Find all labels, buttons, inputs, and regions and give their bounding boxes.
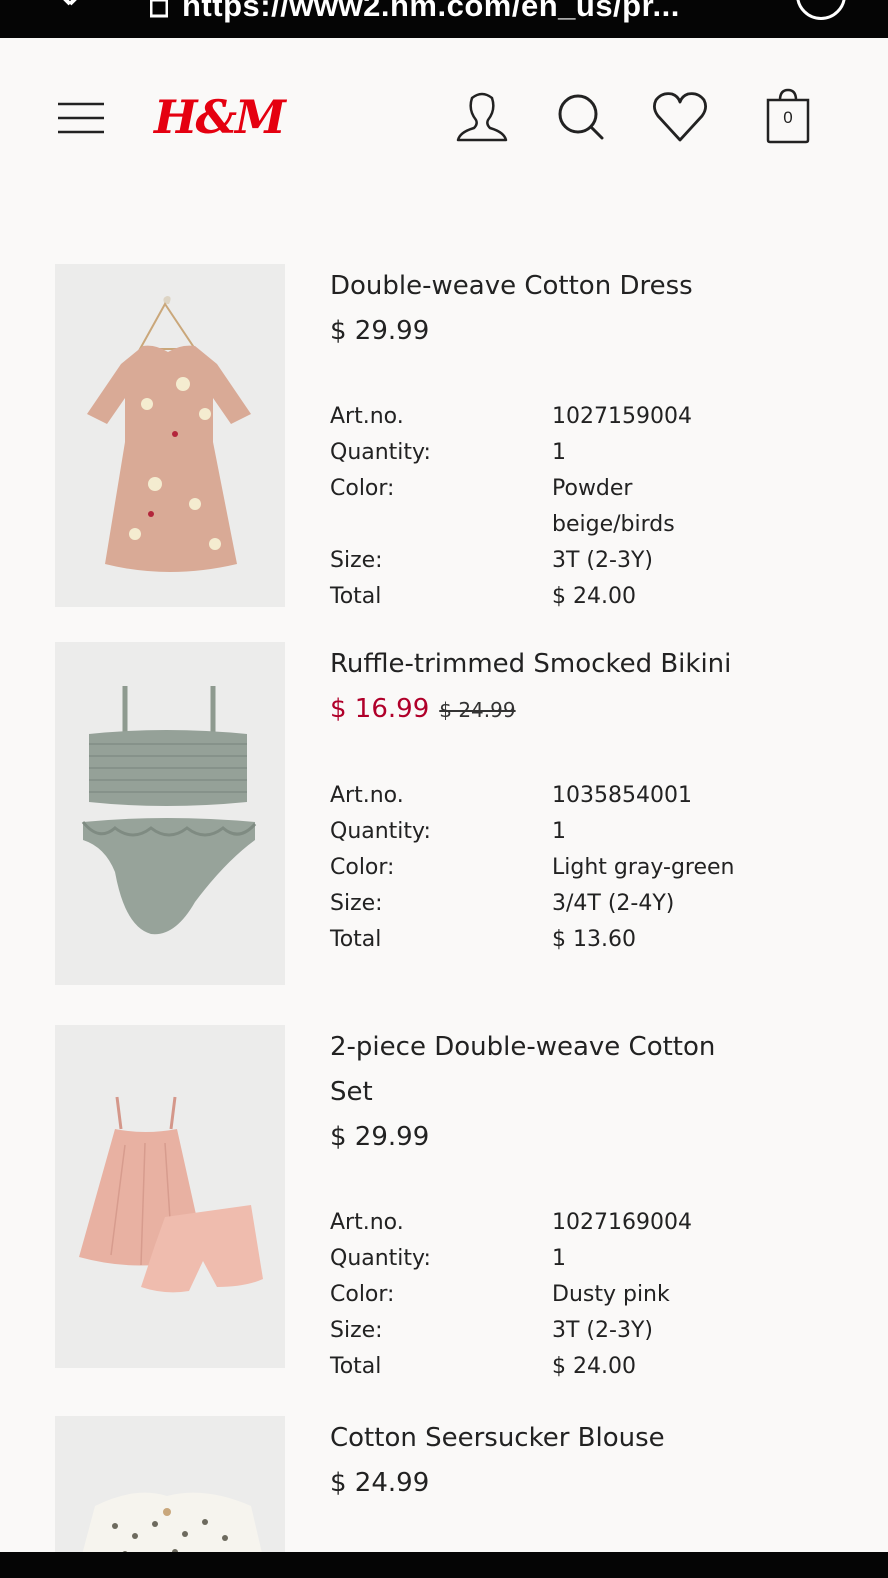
price-value: $ 24.99 <box>330 1468 430 1498</box>
art-no-value: 1035854001 <box>552 783 692 808</box>
product-price: $ 24.99 <box>330 1461 850 1506</box>
dress-image <box>87 296 251 572</box>
size-value: 3T (2-3Y) <box>552 548 653 573</box>
sale-price: $ 16.99 <box>330 694 430 724</box>
product-price: $ 29.99 <box>330 309 850 354</box>
browser-menu-icon[interactable] <box>796 0 846 20</box>
shopping-bag-button[interactable]: 0 <box>760 88 820 148</box>
detail-row-quantity: Quantity: 1 <box>330 1241 850 1277</box>
total-value: $ 24.00 <box>552 584 636 609</box>
hm-logo[interactable]: H&M <box>154 90 286 144</box>
product-info: Cotton Seersucker Blouse $ 24.99 <box>330 1416 850 1506</box>
detail-row-art-no: Art.no. 1027169004 <box>330 1205 850 1241</box>
product-info: Double-weave Cotton Dress $ 29.99 Art.no… <box>330 264 850 615</box>
color-value: Light gray-green <box>552 855 735 880</box>
size-value: 3T (2-3Y) <box>552 1318 653 1343</box>
product-name[interactable]: Ruffle-trimmed Smocked Bikini <box>330 642 850 687</box>
color-label: Color: <box>330 855 395 880</box>
detail-row-total: Total $ 24.00 <box>330 1349 850 1385</box>
total-label: Total <box>330 1354 382 1379</box>
menu-icon[interactable] <box>58 102 106 136</box>
size-label: Size: <box>330 1318 383 1343</box>
detail-row-size: Size: 3/4T (2-4Y) <box>330 886 850 922</box>
product-info: Ruffle-trimmed Smocked Bikini $ 16.99 $ 2… <box>330 642 850 958</box>
search-icon[interactable] <box>552 88 612 148</box>
detail-row-total: Total $ 24.00 <box>330 579 850 615</box>
product-name[interactable]: Double-weave Cotton Dress <box>330 264 850 309</box>
detail-row-quantity: Quantity: 1 <box>330 435 850 471</box>
url-text[interactable]: https://www2.hm.com/en_us/pr... <box>182 0 680 24</box>
detail-row-art-no: Art.no. 1035854001 <box>330 778 850 814</box>
color-label: Color: <box>330 476 395 501</box>
total-value: $ 13.60 <box>552 927 636 952</box>
quantity-label: Quantity: <box>330 819 431 844</box>
account-icon[interactable] <box>452 88 512 148</box>
art-no-label: Art.no. <box>330 1210 404 1235</box>
quantity-value: 1 <box>552 819 566 844</box>
color-label: Color: <box>330 1282 395 1307</box>
blouse-image <box>79 1492 265 1566</box>
total-label: Total <box>330 584 382 609</box>
product-info: 2-piece Double-weave Cotton Set $ 29.99 … <box>330 1025 850 1385</box>
bikini-image <box>81 686 257 935</box>
total-value: $ 24.00 <box>552 1354 636 1379</box>
system-bottom-bar <box>0 1552 888 1578</box>
product-image[interactable] <box>55 1025 285 1368</box>
product-image[interactable] <box>55 264 285 607</box>
original-price: $ 24.99 <box>439 698 516 722</box>
art-no-value: 1027159004 <box>552 404 692 429</box>
product-details: Art.no. 1035854001 Quantity: 1 Color: Li… <box>330 778 850 958</box>
detail-row-color: Color: Light gray-green <box>330 850 850 886</box>
close-tab-icon[interactable] <box>44 0 100 18</box>
detail-row-color: Color: Dusty pink <box>330 1277 850 1313</box>
site-header: H&M 0 <box>0 38 888 198</box>
detail-row-color: Color: Powder beige/birds <box>330 471 850 543</box>
detail-row-quantity: Quantity: 1 <box>330 814 850 850</box>
size-label: Size: <box>330 891 383 916</box>
size-value: 3/4T (2-4Y) <box>552 891 675 916</box>
product-details: Art.no. 1027159004 Quantity: 1 Color: Po… <box>330 399 850 615</box>
detail-row-size: Size: 3T (2-3Y) <box>330 1313 850 1349</box>
quantity-label: Quantity: <box>330 1246 431 1271</box>
art-no-label: Art.no. <box>330 783 404 808</box>
quantity-value: 1 <box>552 440 566 465</box>
size-label: Size: <box>330 548 383 573</box>
color-value: Dusty pink <box>552 1282 670 1307</box>
quantity-value: 1 <box>552 1246 566 1271</box>
product-details: Art.no. 1027169004 Quantity: 1 Color: Du… <box>330 1205 850 1385</box>
lock-icon <box>150 0 168 18</box>
art-no-label: Art.no. <box>330 404 404 429</box>
quantity-label: Quantity: <box>330 440 431 465</box>
browser-url-bar: https://www2.hm.com/en_us/pr... <box>0 0 888 38</box>
color-value: Powder beige/birds <box>552 476 675 537</box>
favorites-icon[interactable] <box>650 88 710 148</box>
detail-row-size: Size: 3T (2-3Y) <box>330 543 850 579</box>
product-price: $ 29.99 <box>330 1115 850 1160</box>
art-no-value: 1027169004 <box>552 1210 692 1235</box>
product-price: $ 16.99 $ 24.99 <box>330 687 850 733</box>
product-name[interactable]: Cotton Seersucker Blouse <box>330 1416 850 1461</box>
price-value: $ 29.99 <box>330 316 430 346</box>
detail-row-total: Total $ 13.60 <box>330 922 850 958</box>
cotton-set-image <box>79 1096 263 1293</box>
bag-count: 0 <box>783 108 793 127</box>
total-label: Total <box>330 927 382 952</box>
price-value: $ 29.99 <box>330 1122 430 1152</box>
detail-row-art-no: Art.no. 1027159004 <box>330 399 850 435</box>
product-image[interactable] <box>55 1416 285 1566</box>
product-name[interactable]: 2-piece Double-weave Cotton Set <box>330 1025 750 1115</box>
product-image[interactable] <box>55 642 285 985</box>
